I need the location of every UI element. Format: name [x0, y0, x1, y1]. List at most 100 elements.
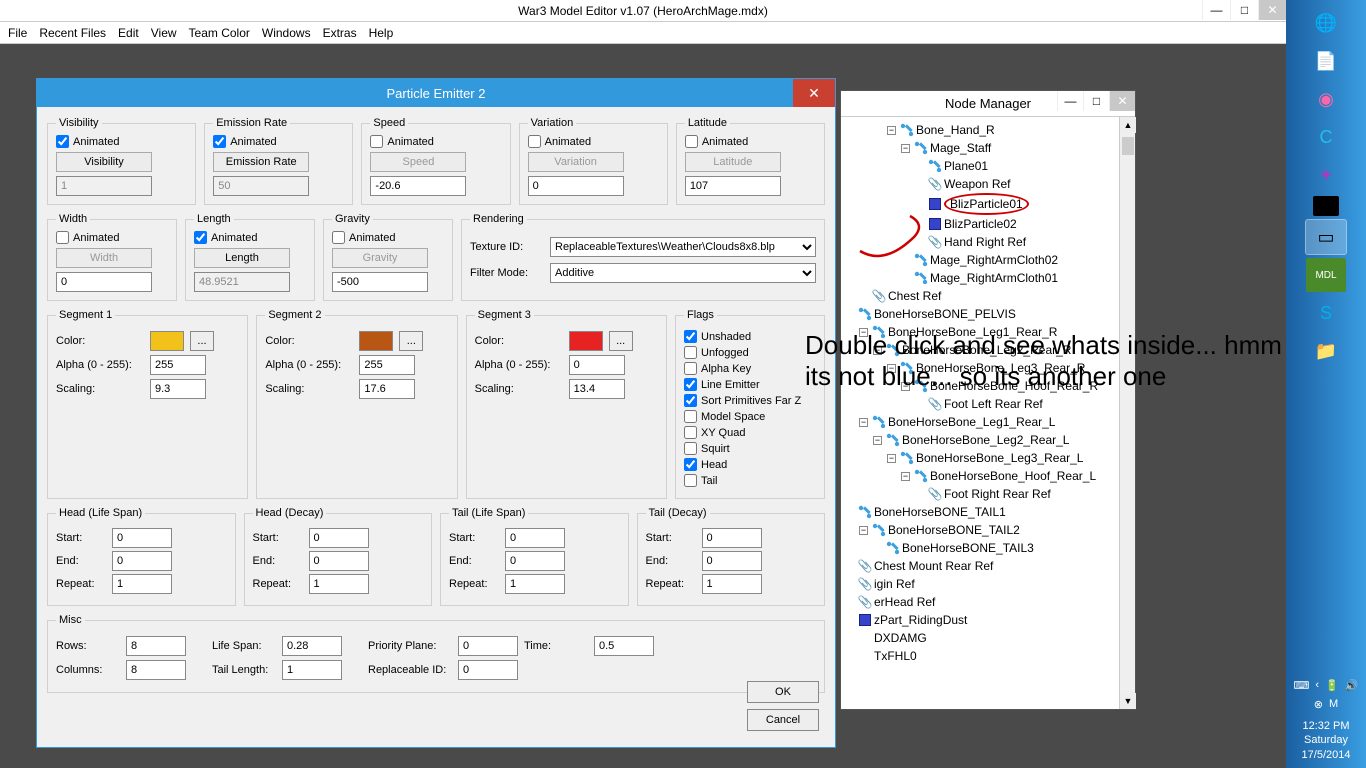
variation-animated-checkbox[interactable]: [528, 135, 541, 148]
tree-item[interactable]: −BoneHorseBone_Leg3_Rear_L: [845, 449, 1131, 467]
tree-item[interactable]: zPart_RidingDust: [845, 611, 1131, 629]
visibility-button[interactable]: Visibility: [56, 152, 152, 172]
life-2-end-input[interactable]: [505, 551, 565, 571]
taskbar-explorer-icon[interactable]: 📁: [1306, 334, 1346, 368]
segment-1-color-more-button[interactable]: ...: [190, 331, 214, 351]
taskbar-skype-icon[interactable]: S: [1306, 296, 1346, 330]
tree-item[interactable]: −BoneHorseBONE_TAIL2: [845, 521, 1131, 539]
life-3-repeat-input[interactable]: [702, 574, 762, 594]
width-animated-checkbox[interactable]: [56, 231, 69, 244]
flag-squirt-checkbox[interactable]: [684, 442, 697, 455]
tree-item[interactable]: −BoneHorseBone_Hoof_Rear_R: [845, 377, 1131, 395]
segment-1-scaling-input[interactable]: [150, 379, 206, 399]
tree-item[interactable]: −BoneHorseBone_Leg2_Rear_R: [845, 341, 1131, 359]
flag-model-space-checkbox[interactable]: [684, 410, 697, 423]
life-2-start-input[interactable]: [505, 528, 565, 548]
expand-toggle[interactable]: −: [873, 436, 882, 445]
visibility-animated-checkbox[interactable]: [56, 135, 69, 148]
flag-xy-quad-checkbox[interactable]: [684, 426, 697, 439]
taillen-input[interactable]: [282, 660, 342, 680]
menu-teamcolor[interactable]: Team Color: [189, 26, 250, 40]
tree-item[interactable]: BoneHorseBONE_PELVIS: [845, 305, 1131, 323]
taskbar-app3-icon[interactable]: [1313, 196, 1339, 216]
tray-chevron-icon[interactable]: ‹: [1315, 679, 1319, 692]
maximize-button[interactable]: □: [1230, 0, 1258, 20]
tray-volume-icon[interactable]: 🔊: [1345, 679, 1359, 692]
taskbar-clock[interactable]: 12:32 PM Saturday 17/5/2014: [1302, 719, 1351, 762]
taskbar-mdl-icon[interactable]: MDL: [1306, 258, 1346, 292]
tree-item[interactable]: BlizParticle01: [845, 193, 1131, 215]
flag-head-checkbox[interactable]: [684, 458, 697, 471]
ok-button[interactable]: OK: [747, 681, 819, 703]
tree-item[interactable]: −Mage_Staff: [845, 139, 1131, 157]
close-button[interactable]: ✕: [1258, 0, 1286, 20]
tray-network-icon[interactable]: ⊗: [1314, 698, 1323, 711]
expand-toggle[interactable]: −: [859, 328, 868, 337]
time-input[interactable]: [594, 636, 654, 656]
menu-view[interactable]: View: [151, 26, 177, 40]
taskbar-chrome-icon[interactable]: 🌐: [1306, 6, 1346, 40]
expand-toggle[interactable]: −: [887, 126, 896, 135]
segment-1-alpha-input[interactable]: [150, 355, 206, 375]
tree-item[interactable]: 📎Weapon Ref: [845, 175, 1131, 193]
scroll-thumb[interactable]: [1122, 137, 1134, 155]
expand-toggle[interactable]: −: [901, 472, 910, 481]
life-0-start-input[interactable]: [112, 528, 172, 548]
length-animated-checkbox[interactable]: [194, 231, 207, 244]
menu-recent[interactable]: Recent Files: [39, 26, 106, 40]
replid-input[interactable]: [458, 660, 518, 680]
segment-2-color-swatch[interactable]: [359, 331, 393, 351]
life-3-end-input[interactable]: [702, 551, 762, 571]
width-input[interactable]: [56, 272, 152, 292]
latitude-input[interactable]: [685, 176, 781, 196]
segment-3-color-swatch[interactable]: [569, 331, 603, 351]
expand-toggle[interactable]: −: [887, 454, 896, 463]
tree-item[interactable]: 📎erHead Ref: [845, 593, 1131, 611]
tree-item[interactable]: −BoneHorseBone_Leg1_Rear_R: [845, 323, 1131, 341]
expand-toggle[interactable]: −: [859, 526, 868, 535]
life-3-start-input[interactable]: [702, 528, 762, 548]
taskbar-app1-icon[interactable]: C: [1306, 120, 1346, 154]
tree-item[interactable]: BoneHorseBONE_TAIL1: [845, 503, 1131, 521]
gravity-input[interactable]: [332, 272, 428, 292]
tree-item[interactable]: 📎Hand Right Ref: [845, 233, 1131, 251]
flag-tail-checkbox[interactable]: [684, 474, 697, 487]
tree-item[interactable]: 📎Chest Mount Rear Ref: [845, 557, 1131, 575]
speed-animated-checkbox[interactable]: [370, 135, 383, 148]
tree-item[interactable]: Mage_RightArmCloth02: [845, 251, 1131, 269]
node-tree[interactable]: −Bone_Hand_R−Mage_StaffPlane01📎Weapon Re…: [841, 117, 1135, 697]
rows-input[interactable]: [126, 636, 186, 656]
menu-help[interactable]: Help: [369, 26, 394, 40]
segment-1-color-swatch[interactable]: [150, 331, 184, 351]
tree-item[interactable]: TxFHL0: [845, 647, 1131, 665]
menu-extras[interactable]: Extras: [323, 26, 357, 40]
lifespan-input[interactable]: [282, 636, 342, 656]
life-1-start-input[interactable]: [309, 528, 369, 548]
tree-item[interactable]: −BoneHorseBone_Leg1_Rear_L: [845, 413, 1131, 431]
tree-item[interactable]: 📎Chest Ref: [845, 287, 1131, 305]
tray-lang-icon[interactable]: M: [1329, 698, 1338, 711]
emission-animated-checkbox[interactable]: [213, 135, 226, 148]
life-1-repeat-input[interactable]: [309, 574, 369, 594]
dialog-titlebar[interactable]: Particle Emitter 2 ✕: [37, 79, 835, 107]
nm-scrollbar[interactable]: ▲ ▼: [1119, 117, 1135, 709]
tray-battery-icon[interactable]: 🔋: [1325, 679, 1339, 692]
flag-line-emitter-checkbox[interactable]: [684, 378, 697, 391]
scroll-down-icon[interactable]: ▼: [1120, 693, 1136, 709]
tree-item[interactable]: BoneHorseBONE_TAIL3: [845, 539, 1131, 557]
latitude-animated-checkbox[interactable]: [685, 135, 698, 148]
expand-toggle[interactable]: −: [859, 418, 868, 427]
node-manager-titlebar[interactable]: Node Manager — □ ✕: [841, 91, 1135, 117]
taskbar-app2-icon[interactable]: ✦: [1306, 158, 1346, 192]
nm-close-button[interactable]: ✕: [1109, 91, 1135, 111]
flag-sort-primitives-far-z-checkbox[interactable]: [684, 394, 697, 407]
life-2-repeat-input[interactable]: [505, 574, 565, 594]
texture-id-select[interactable]: ReplaceableTextures\Weather\Clouds8x8.bl…: [550, 237, 816, 257]
speed-input[interactable]: [370, 176, 466, 196]
expand-toggle[interactable]: −: [887, 364, 896, 373]
nm-maximize-button[interactable]: □: [1083, 91, 1109, 111]
gravity-animated-checkbox[interactable]: [332, 231, 345, 244]
tree-item[interactable]: −BoneHorseBone_Leg2_Rear_L: [845, 431, 1131, 449]
expand-toggle[interactable]: −: [901, 144, 910, 153]
tree-item[interactable]: 📎igin Ref: [845, 575, 1131, 593]
